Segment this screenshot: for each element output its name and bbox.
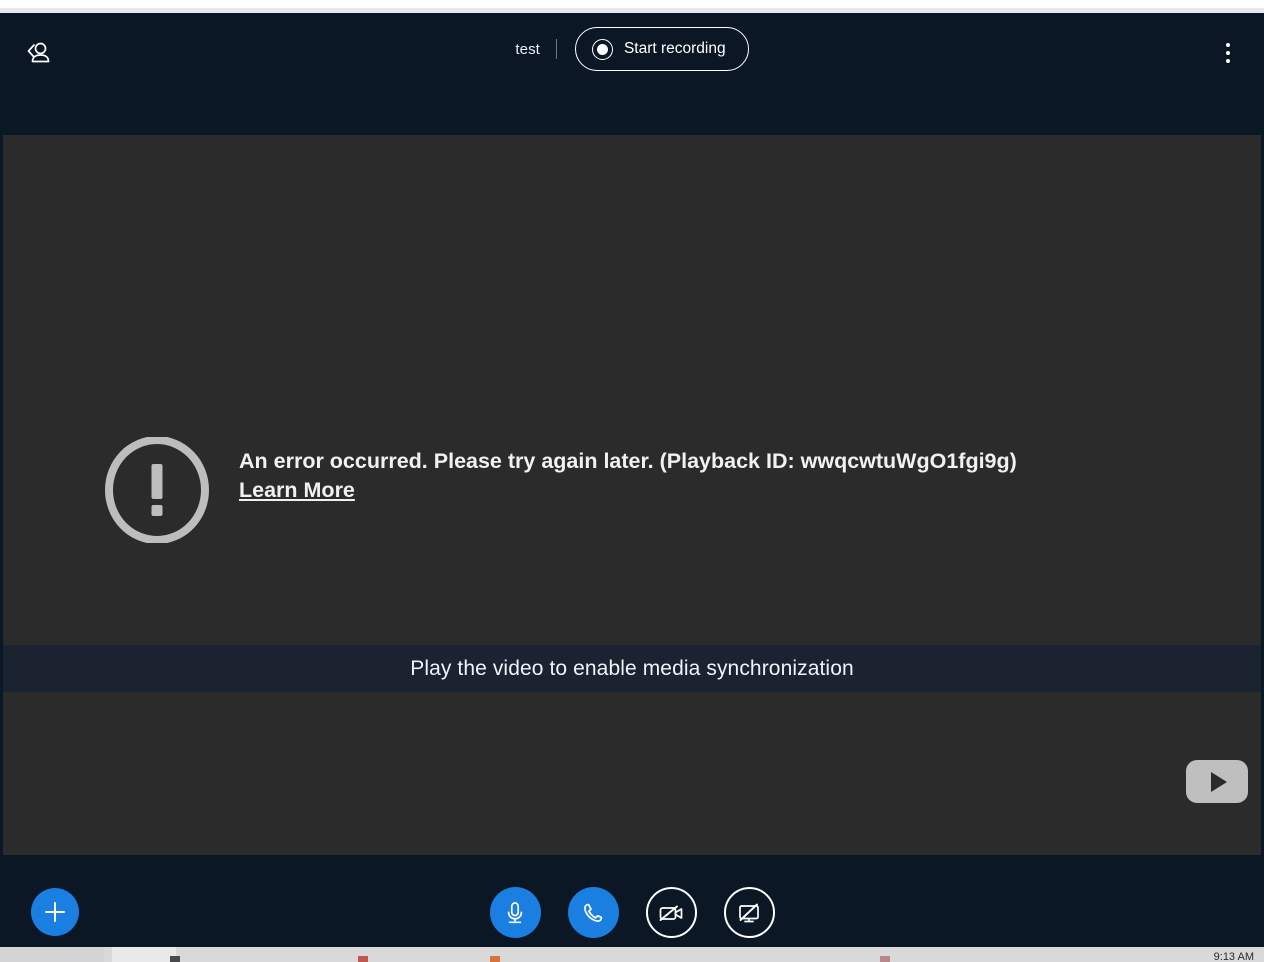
- secondary-video-panel[interactable]: [3, 692, 1261, 855]
- phone-icon[interactable]: [567, 887, 619, 938]
- video-stage: An error occurred. Please try again late…: [3, 135, 1261, 855]
- more-dot-1: [1226, 43, 1230, 47]
- taskbar-start-region[interactable]: [0, 947, 104, 962]
- primary-video-panel[interactable]: An error occurred. Please try again late…: [3, 135, 1261, 645]
- record-dot-icon: [591, 38, 613, 60]
- center-control-group: [0, 887, 1264, 938]
- taskbar-icon-2[interactable]: [358, 956, 368, 962]
- taskbar-search-box[interactable]: [112, 947, 176, 962]
- taskbar-icon-3[interactable]: [490, 956, 500, 962]
- microphone-icon[interactable]: [489, 887, 541, 938]
- more-dot-3: [1226, 59, 1230, 63]
- more-dot-2: [1226, 51, 1230, 55]
- browser-chrome-strip: [0, 0, 1264, 13]
- screen-share-off-icon[interactable]: [723, 887, 775, 938]
- video-error-message: An error occurred. Please try again late…: [239, 449, 1017, 473]
- more-vertical-icon[interactable]: [1210, 35, 1246, 71]
- record-dot-inner: [596, 43, 608, 55]
- taskbar-icon-1[interactable]: [170, 956, 180, 962]
- media-sync-banner: Play the video to enable media synchroni…: [3, 645, 1261, 692]
- taskbar-clock[interactable]: 9:13 AM: [1214, 951, 1254, 962]
- learn-more-link[interactable]: Learn More: [239, 478, 355, 503]
- header-center-group: test Start recording: [0, 27, 1264, 71]
- youtube-play-icon[interactable]: [1186, 760, 1248, 803]
- play-triangle: [1211, 771, 1227, 792]
- add-person-icon[interactable]: [16, 33, 58, 73]
- media-sync-banner-text: Play the video to enable media synchroni…: [410, 656, 854, 680]
- app-header: test Start recording: [0, 13, 1264, 135]
- os-taskbar: 9:13 AM: [0, 947, 1264, 962]
- call-control-bar: [0, 855, 1264, 947]
- video-error-block: An error occurred. Please try again late…: [104, 435, 1017, 543]
- alert-circle-icon: [105, 437, 209, 543]
- start-recording-button[interactable]: Start recording: [574, 27, 749, 71]
- meeting-name: test: [515, 40, 540, 58]
- video-error-text-wrap: An error occurred. Please try again late…: [239, 435, 1017, 503]
- header-divider: [555, 39, 557, 59]
- start-recording-label: Start recording: [623, 40, 726, 57]
- taskbar-icon-4[interactable]: [880, 956, 890, 962]
- video-off-icon[interactable]: [645, 887, 697, 938]
- app-window: test Start recording An error occurred. …: [0, 0, 1264, 962]
